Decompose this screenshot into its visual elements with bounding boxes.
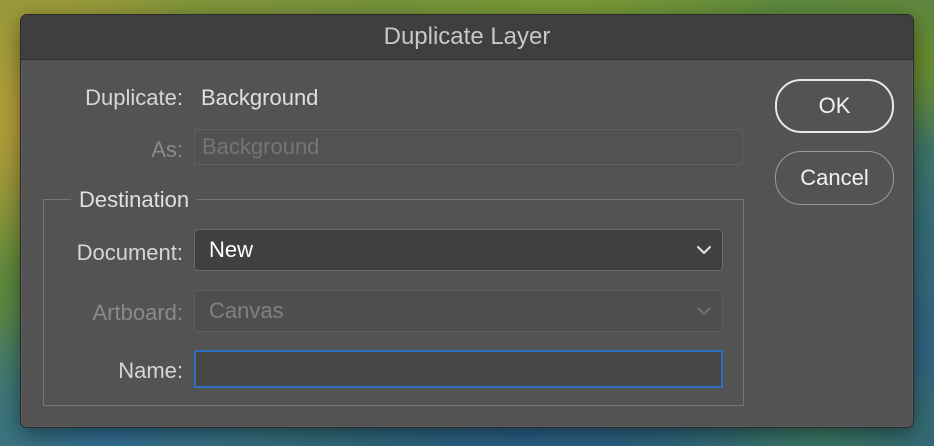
as-label: As: (151, 137, 183, 162)
duplicate-label: Duplicate: (85, 85, 183, 110)
artboard-label: Artboard: (92, 300, 184, 325)
name-label: Name: (118, 358, 183, 383)
ok-button[interactable]: OK (775, 79, 894, 133)
dialog-title: Duplicate Layer (383, 23, 551, 50)
duplicate-source-value: Background (201, 85, 319, 110)
duplicate-layer-dialog: Duplicate Layer Duplicate: Background As… (20, 14, 914, 428)
dialog-titlebar[interactable]: Duplicate Layer (21, 15, 913, 60)
chevron-down-icon (697, 307, 711, 315)
document-select[interactable]: New (194, 229, 723, 271)
document-select-value: New (209, 237, 254, 262)
name-input[interactable] (194, 350, 723, 388)
artboard-select-value: Canvas (209, 298, 284, 323)
artboard-select[interactable]: Canvas (194, 290, 723, 332)
cancel-button[interactable]: Cancel (775, 151, 894, 205)
chevron-down-icon (697, 246, 711, 254)
document-label: Document: (76, 240, 183, 265)
destination-group-title: Destination (71, 187, 198, 213)
as-name-field[interactable] (194, 129, 743, 165)
